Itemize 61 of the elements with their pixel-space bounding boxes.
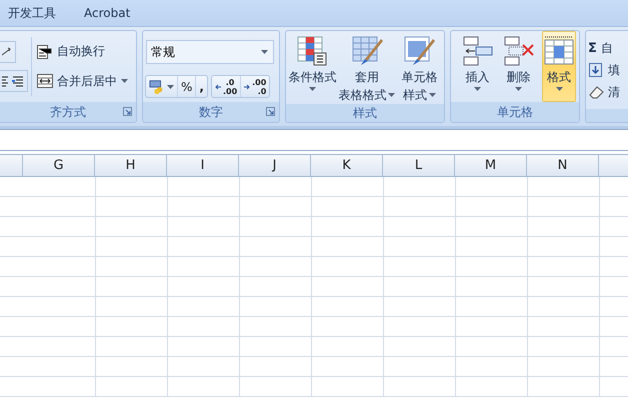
- conditional-table-icon: [296, 35, 328, 67]
- cells-button[interactable]: 插入: [457, 31, 498, 102]
- dialog-launcher-icon[interactable]: [266, 107, 275, 116]
- dialog-launcher-icon[interactable]: [123, 107, 132, 116]
- merge-center-button[interactable]: 合并后居中: [35, 70, 130, 92]
- eraser-icon: [588, 85, 604, 99]
- format-cells-icon: [543, 35, 575, 67]
- wrap-text-button[interactable]: 自动换行: [35, 40, 130, 63]
- caret-icon: [556, 87, 562, 91]
- formula-bar[interactable]: [0, 129, 628, 151]
- table-brush-icon: [350, 35, 383, 67]
- decrease-decimal-button[interactable]: .00 .0: [241, 76, 270, 97]
- style-button[interactable]: 套用 表格格式: [340, 31, 393, 104]
- caret-icon: [308, 87, 316, 91]
- caret-icon: [261, 50, 268, 54]
- column-header[interactable]: I: [167, 155, 239, 176]
- currency-icon: [149, 78, 165, 94]
- column-header[interactable]: G: [23, 155, 95, 176]
- group-label: 样式: [353, 104, 377, 122]
- group-label: 单元格: [497, 104, 533, 120]
- align-icon: [2, 75, 24, 88]
- column-header[interactable]: H: [95, 155, 167, 176]
- group-label: 齐方式: [50, 104, 86, 120]
- caret-icon: [474, 87, 481, 91]
- right-arrow-icon: [244, 84, 250, 90]
- number-format-dropdown[interactable]: 常规: [146, 40, 274, 64]
- align-button[interactable]: [0, 70, 28, 92]
- editing-button[interactable]: 填: [586, 59, 622, 81]
- cells-button[interactable]: 格式: [542, 31, 576, 102]
- insert-cells-icon: [462, 35, 494, 67]
- fill-down-icon: [588, 63, 604, 77]
- caret-icon: [428, 93, 436, 97]
- orientation-button[interactable]: [0, 40, 16, 63]
- group-label: 数字: [199, 104, 223, 120]
- caret-icon: [515, 87, 522, 91]
- cells-button[interactable]: 删除: [498, 31, 539, 102]
- caret-icon: [121, 79, 128, 84]
- ribbon-tab[interactable]: 开发工具: [8, 4, 56, 22]
- caret-icon: [167, 84, 174, 88]
- text-angle-icon: [2, 46, 12, 57]
- comma-button[interactable]: ,: [196, 76, 207, 97]
- wrap-text-icon: [37, 44, 53, 59]
- column-header[interactable]: M: [455, 155, 527, 176]
- merge-center-icon: [37, 74, 53, 88]
- editing-button[interactable]: Σ 自: [586, 37, 622, 59]
- percent-button[interactable]: %: [178, 76, 196, 97]
- ribbon-tab[interactable]: Acrobat: [84, 6, 130, 20]
- column-header[interactable]: L: [383, 155, 455, 176]
- increase-decimal-button[interactable]: .0 .00: [212, 76, 242, 97]
- delete-cells-icon: [502, 35, 534, 67]
- caret-icon: [388, 93, 396, 97]
- cell-brush-icon: [403, 35, 436, 67]
- editing-button[interactable]: 清: [586, 81, 622, 103]
- column-header[interactable]: J: [239, 155, 311, 176]
- column-header[interactable]: N: [527, 155, 599, 176]
- style-button[interactable]: 条件格式: [286, 31, 339, 104]
- column-header[interactable]: K: [311, 155, 383, 176]
- left-arrow-icon: [214, 84, 221, 90]
- style-button[interactable]: 单元格 样式: [394, 31, 444, 104]
- group-label-bar: [586, 109, 628, 122]
- sigma-icon: Σ: [588, 40, 597, 56]
